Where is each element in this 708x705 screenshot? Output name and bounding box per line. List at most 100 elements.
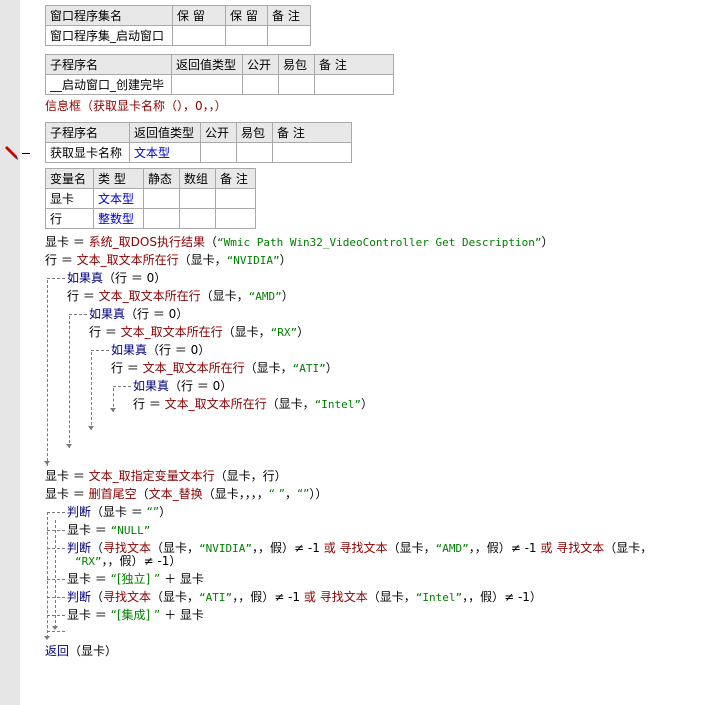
code-token: （显卡， [266, 397, 315, 411]
code-line[interactable]: 显卡 ＝ “[独立] ” ＋ 显卡 [67, 570, 204, 588]
header-cell: 子程序名 [45, 54, 172, 75]
code-token: （ [136, 487, 149, 501]
string-literal: “” [146, 505, 160, 519]
function-name: 文本_取文本所在行 [164, 397, 267, 411]
flow-line [91, 352, 92, 430]
code-line[interactable]: 行 ＝ 文本_取文本所在行（显卡，“Intel”） [133, 395, 373, 413]
code-line[interactable]: 显卡 ＝ 文本_取指定变量文本行（显卡，行） [45, 467, 287, 485]
keyword: 判断 [67, 590, 92, 604]
header-cell: 保 留 [225, 5, 268, 26]
code-token: （显卡， [151, 590, 200, 604]
header-cell: 备 注 [267, 5, 311, 26]
operator: 或 [540, 541, 553, 555]
string-literal: “AMD” [435, 542, 469, 555]
code-token: （显卡， [387, 541, 436, 555]
function-name: 文本_取指定变量文本行 [88, 469, 215, 483]
code-line[interactable]: 如果真（行 ＝ 0） [67, 269, 166, 287]
code-line[interactable]: 信息框（获取显卡名称（），0，，） [45, 97, 227, 115]
subroutine-name-cell[interactable]: 获取显卡名称 [45, 142, 130, 163]
table-row[interactable]: __启动窗口_创建完毕 [45, 74, 394, 95]
string-literal: “NULL” [110, 524, 151, 537]
code-line[interactable]: 行 ＝ 文本_取文本所在行（显卡，“NVIDIA”） [45, 251, 292, 269]
table-cell[interactable] [200, 142, 237, 163]
code-token: ） [361, 397, 374, 411]
table-cell[interactable] [225, 25, 268, 46]
code-line[interactable]: 判断（显卡 ＝ “”） [67, 503, 171, 521]
table-row[interactable]: 获取显卡名称 文本型 [45, 142, 352, 163]
flow-line [113, 386, 131, 387]
flow-line [47, 597, 65, 598]
table-cell[interactable] [278, 74, 315, 95]
header-cell: 数组 [179, 168, 216, 189]
code-token: （显卡， [244, 361, 293, 375]
string-literal: “” [296, 487, 310, 501]
code-line[interactable]: 显卡 ＝ “[集成] ” ＋ 显卡 [67, 606, 204, 624]
code-line[interactable]: 行 ＝ 文本_取文本所在行（显卡，“ATI”） [111, 359, 338, 377]
table-row[interactable]: 行 整数型 [45, 208, 256, 229]
table-cell[interactable] [215, 208, 256, 229]
code-token: 显卡 ＝ [45, 235, 89, 249]
code-line[interactable]: 显卡 ＝ 删首尾空（文本_替换（显卡，，，，“ ”，“”）） [45, 485, 327, 503]
table-cell[interactable] [171, 74, 243, 95]
code-token: ， [284, 487, 297, 501]
code-token: 行 ＝ [67, 289, 99, 303]
table-cell[interactable] [242, 74, 279, 95]
string-literal: “ ” [268, 487, 285, 501]
table-cell[interactable] [314, 74, 394, 95]
table-row[interactable]: 显卡 文本型 [45, 188, 256, 209]
string-literal: “AMD” [248, 290, 282, 303]
function-name: 寻找文本 [556, 541, 605, 555]
code-token: ，，假）≠ -1） [462, 590, 542, 604]
code-token: （显卡，行） [214, 469, 287, 483]
return-type-cell[interactable]: 文本型 [129, 142, 201, 163]
keyword: 如果真 [111, 343, 148, 357]
code-line[interactable]: 行 ＝ 文本_取文本所在行（显卡，“AMD”） [67, 287, 294, 305]
code-line[interactable]: 返回（显卡） [45, 642, 117, 660]
code-line[interactable]: 行 ＝ 文本_取文本所在行（显卡，“RX”） [89, 323, 309, 341]
variable-name-cell[interactable]: 显卡 [45, 188, 94, 209]
subroutine-name-cell[interactable]: __启动窗口_创建完毕 [45, 74, 172, 95]
variable-name-cell[interactable]: 行 [45, 208, 94, 229]
code-editor[interactable]: 窗口程序集名 保 留 保 留 备 注 窗口程序集_启动窗口 子程序名 返回值类型… [20, 0, 708, 705]
code-line[interactable]: 判断（寻找文本（显卡，“ATI”，，假）≠ -1 或 寻找文本（显卡，“Inte… [67, 588, 542, 606]
table-cell[interactable] [215, 188, 256, 209]
code-token: ，，假）≠ -1） [101, 554, 182, 568]
table-header-row: 子程序名 返回值类型 公开 易包 备 注 [45, 54, 394, 75]
code-line-continuation[interactable]: “RX”，，假）≠ -1） [75, 552, 181, 570]
table-cell[interactable] [267, 25, 311, 46]
function-name: 文本_取文本所在行 [98, 289, 201, 303]
flow-line [69, 314, 87, 315]
code-line[interactable]: 显卡 ＝ “NULL” [67, 521, 150, 539]
code-token: （显卡， [604, 541, 653, 555]
header-cell: 易包 [236, 122, 273, 143]
table-cell[interactable] [179, 208, 216, 229]
table-cell[interactable] [272, 142, 352, 163]
string-literal: “RX” [75, 555, 102, 568]
code-line[interactable]: 如果真（行 ＝ 0） [111, 341, 210, 359]
header-cell: 子程序名 [45, 122, 130, 143]
function-name: 寻找文本 [103, 590, 152, 604]
variable-type-cell[interactable]: 整数型 [93, 208, 144, 229]
flow-arrow-icon [44, 636, 50, 640]
code-token: （显卡， [367, 590, 416, 604]
table-row[interactable]: 窗口程序集_启动窗口 [45, 25, 311, 46]
table-cell[interactable] [236, 142, 273, 163]
code-token: ，，假）≠ -1 [232, 590, 304, 604]
code-line[interactable]: 显卡 ＝ 系统_取DOS执行结果（“Wmic Path Win32_VideoC… [45, 233, 554, 251]
flow-line [47, 530, 65, 531]
table-cell[interactable] [172, 25, 226, 46]
code-line[interactable]: 如果真（行 ＝ 0） [133, 377, 232, 395]
flow-line [55, 520, 56, 628]
table-cell[interactable] [143, 208, 180, 229]
assembly-name-cell[interactable]: 窗口程序集_启动窗口 [45, 25, 173, 46]
breakpoint-pencil-icon[interactable] [3, 145, 19, 161]
string-literal: “Intel” [314, 398, 362, 411]
code-line[interactable]: 如果真（行 ＝ 0） [89, 305, 188, 323]
variable-type-cell[interactable]: 文本型 [93, 188, 144, 209]
operator: 或 [323, 541, 336, 555]
table-cell[interactable] [143, 188, 180, 209]
flow-line [47, 512, 65, 513]
table-cell[interactable] [179, 188, 216, 209]
flow-line [47, 631, 65, 632]
string-literal: “[集成] ” [110, 608, 161, 622]
